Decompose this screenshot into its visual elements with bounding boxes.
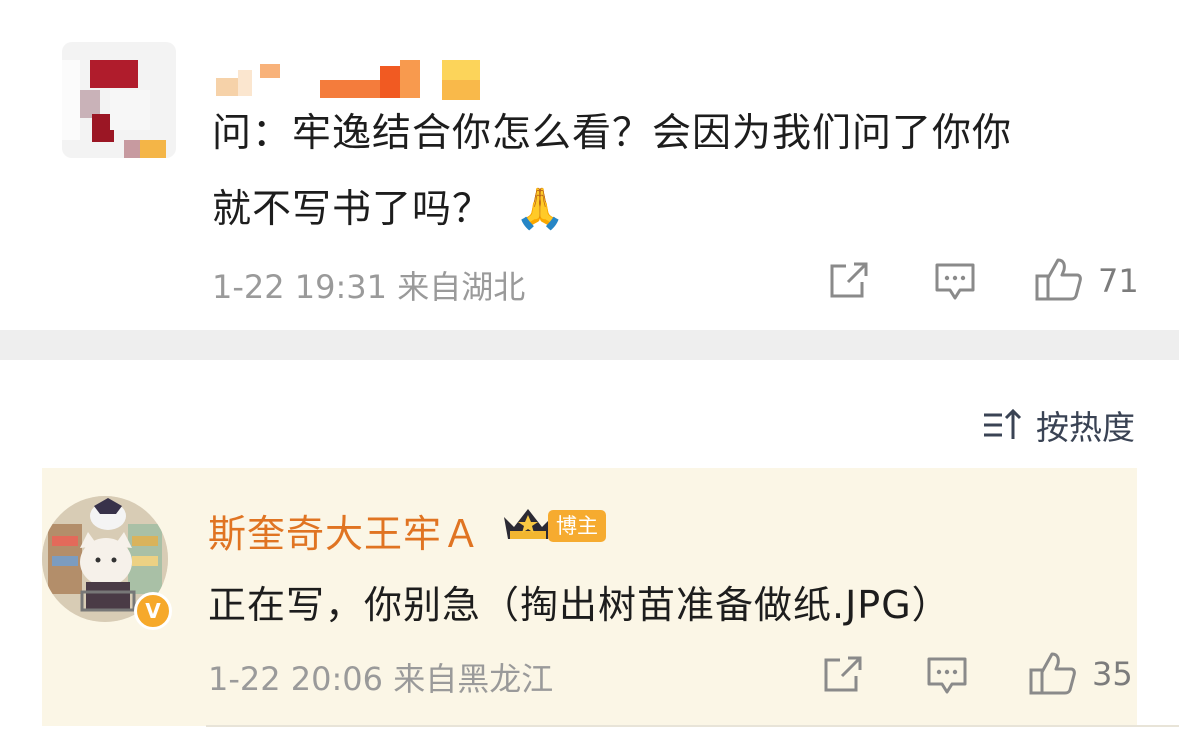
share-icon[interactable] [828, 262, 870, 300]
avatar-pixelated[interactable] [62, 42, 176, 158]
comment-text: 正在写，你别急（掏出树苗准备做纸.JPG） [208, 583, 951, 627]
author-name-pixelated[interactable] [216, 58, 482, 104]
comment-like-count: 35 [1092, 655, 1133, 693]
post-meta: 1-22 19:31 来自湖北 [212, 268, 526, 306]
post-text-line-2: 就不写书了吗？ [212, 187, 493, 232]
author-badge: 博主 [548, 510, 606, 542]
pray-emoji: 🙏 [515, 186, 567, 232]
commenter-name[interactable]: 斯奎奇大王牢Ａ [208, 503, 481, 558]
post-like-count: 71 [1098, 262, 1139, 300]
post-text: 问：牢逸结合你怎么看？会因为我们问了你你 就不写书了吗？ 🙏 [212, 110, 1132, 234]
comment-meta: 1-22 20:06 来自黑龙江 [208, 660, 554, 698]
verified-badge: V [134, 592, 172, 630]
thumbs-up-icon[interactable] [1028, 650, 1078, 696]
share-icon[interactable] [822, 656, 864, 694]
sort-icon [984, 408, 1022, 439]
section-divider [0, 330, 1179, 360]
thumbs-up-icon[interactable] [1034, 256, 1084, 302]
sort-by-hot-button[interactable]: 按热度 [982, 402, 1135, 448]
post-text-line-1: 问：牢逸结合你怎么看？会因为我们问了你你 [212, 111, 1013, 156]
bottom-divider [206, 725, 1179, 727]
comment-icon[interactable] [926, 656, 968, 696]
comment-icon[interactable] [934, 262, 976, 302]
sort-label: 按热度 [1036, 408, 1135, 447]
